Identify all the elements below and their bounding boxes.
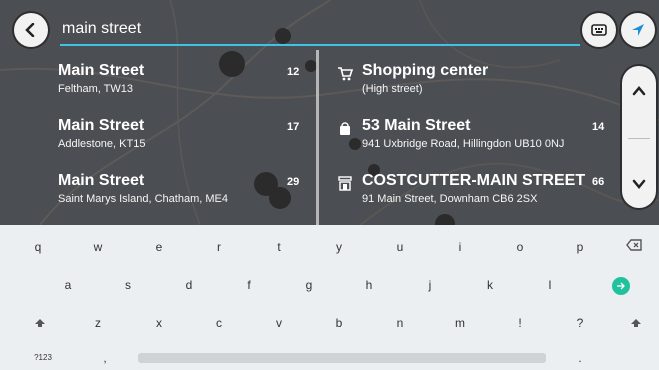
result-address: 91 Main Street, Downham CB6 2SX bbox=[362, 193, 538, 205]
scroll-down-button[interactable] bbox=[622, 160, 656, 208]
result-item[interactable]: 53 Main Street 941 Uxbridge Road, Hillin… bbox=[340, 117, 617, 169]
arrow-right-icon bbox=[617, 282, 625, 290]
key-b[interactable]: b bbox=[327, 313, 351, 333]
result-address: Feltham, TW13 bbox=[58, 83, 133, 95]
key-period[interactable]: . bbox=[568, 348, 592, 368]
result-title: Shopping center bbox=[362, 62, 489, 79]
key-comma[interactable]: , bbox=[93, 348, 117, 368]
result-distance: 17 bbox=[287, 121, 300, 133]
key-k[interactable]: k bbox=[478, 275, 502, 295]
result-address: 941 Uxbridge Road, Hillingdon UB10 0NJ bbox=[362, 138, 565, 150]
shopping-cart-icon bbox=[338, 67, 354, 81]
key-g[interactable]: g bbox=[297, 275, 321, 295]
key-n[interactable]: n bbox=[388, 313, 412, 333]
on-screen-keyboard: q w e r t y u i o p a s d f g h j k l z … bbox=[0, 225, 659, 370]
shift-icon bbox=[35, 319, 45, 327]
key-c[interactable]: c bbox=[207, 313, 231, 333]
key-t[interactable]: t bbox=[267, 237, 291, 257]
result-title: Main Street bbox=[58, 117, 145, 134]
chevron-down-icon bbox=[632, 179, 646, 189]
key-l[interactable]: l bbox=[538, 275, 562, 295]
result-item[interactable]: Main Street Saint Marys Island, Chatham,… bbox=[58, 172, 313, 224]
result-title: COSTCUTTER-MAIN STREET bbox=[362, 172, 586, 189]
backspace-key[interactable] bbox=[622, 237, 646, 257]
shift-key-left[interactable] bbox=[28, 313, 52, 333]
keyboard-toggle-button[interactable] bbox=[582, 13, 616, 47]
back-button[interactable] bbox=[14, 13, 48, 47]
results-map-panel: main street Main Street Feltham, TW13 12… bbox=[0, 0, 659, 225]
key-d[interactable]: d bbox=[177, 275, 201, 295]
key-m[interactable]: m bbox=[448, 313, 472, 333]
result-title: Main Street bbox=[58, 172, 145, 189]
result-item[interactable]: Main Street Addlestone, KT15 17 bbox=[58, 117, 313, 169]
key-f[interactable]: f bbox=[237, 275, 261, 295]
arrow-left-icon bbox=[25, 23, 35, 37]
key-i[interactable]: i bbox=[448, 237, 472, 257]
key-y[interactable]: y bbox=[327, 237, 351, 257]
key-q[interactable]: q bbox=[26, 237, 50, 257]
result-distance: 12 bbox=[287, 66, 300, 78]
result-address: Addlestone, KT15 bbox=[58, 138, 146, 150]
navigation-arrow-icon bbox=[632, 24, 644, 36]
key-h[interactable]: h bbox=[357, 275, 381, 295]
key-w[interactable]: w bbox=[86, 237, 110, 257]
scroll-separator bbox=[628, 138, 650, 139]
results-scroll-control bbox=[622, 66, 656, 208]
key-u[interactable]: u bbox=[388, 237, 412, 257]
result-distance: 14 bbox=[592, 121, 605, 133]
key-j[interactable]: j bbox=[418, 275, 442, 295]
symbols-key[interactable]: ?123 bbox=[26, 348, 60, 368]
key-v[interactable]: v bbox=[267, 313, 291, 333]
key-r[interactable]: r bbox=[207, 237, 231, 257]
result-item[interactable]: Shopping center (High street) bbox=[338, 62, 617, 114]
key-a[interactable]: a bbox=[56, 275, 80, 295]
key-x[interactable]: x bbox=[147, 313, 171, 333]
space-bar[interactable] bbox=[138, 353, 546, 363]
result-item[interactable]: COSTCUTTER-MAIN STREET 91 Main Street, D… bbox=[338, 172, 617, 224]
backspace-icon bbox=[626, 239, 642, 251]
results-column-divider bbox=[316, 50, 319, 225]
scroll-up-button[interactable] bbox=[622, 66, 656, 116]
key-question[interactable]: ? bbox=[568, 313, 592, 333]
keyboard-icon bbox=[591, 24, 607, 36]
current-location-button[interactable] bbox=[621, 13, 655, 47]
shift-icon bbox=[631, 319, 641, 327]
result-item[interactable]: Main Street Feltham, TW13 12 bbox=[58, 62, 313, 114]
key-z[interactable]: z bbox=[86, 313, 110, 333]
storefront-icon bbox=[338, 176, 352, 191]
result-distance: 66 bbox=[592, 176, 605, 188]
result-address: (High street) bbox=[362, 83, 423, 95]
key-o[interactable]: o bbox=[508, 237, 532, 257]
search-input[interactable]: main street bbox=[60, 14, 580, 46]
chevron-up-icon bbox=[632, 86, 646, 96]
result-address: Saint Marys Island, Chatham, ME4 bbox=[58, 193, 228, 205]
result-distance: 29 bbox=[287, 176, 300, 188]
key-p[interactable]: p bbox=[568, 237, 592, 257]
result-title: 53 Main Street bbox=[362, 117, 471, 134]
shopping-bag-icon bbox=[340, 122, 350, 135]
key-exclamation[interactable]: ! bbox=[508, 313, 532, 333]
enter-key[interactable] bbox=[612, 277, 630, 295]
shift-key-right[interactable] bbox=[624, 313, 648, 333]
key-s[interactable]: s bbox=[116, 275, 140, 295]
result-title: Main Street bbox=[58, 62, 145, 79]
key-e[interactable]: e bbox=[147, 237, 171, 257]
